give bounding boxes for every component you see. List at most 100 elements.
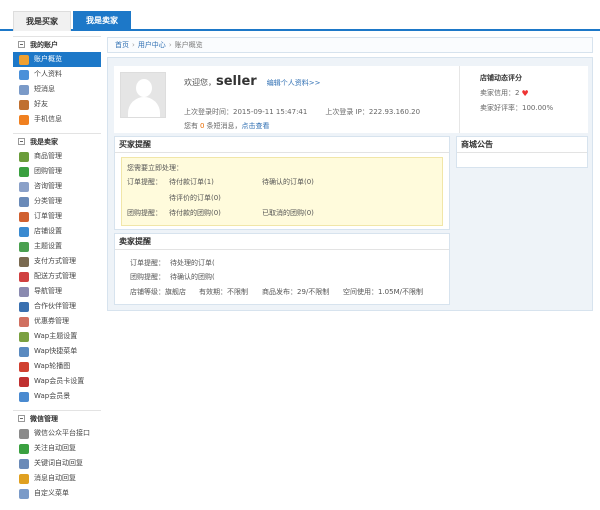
- seller-credit: 卖家信用：2 ♥: [480, 88, 587, 98]
- keyword-reply-icon: [19, 459, 29, 469]
- sidebar-item-label: 手机信息: [34, 115, 62, 123]
- sidebar-item-label: 关键词自动回复: [34, 459, 83, 467]
- sidebar-item[interactable]: 手机信息: [13, 112, 101, 127]
- unconfirmed-groupbuy-link[interactable]: 待确认的团购(: [170, 272, 215, 282]
- sidebar-item[interactable]: Wap轮播图: [13, 359, 101, 374]
- coupon-icon: [19, 317, 29, 327]
- tab-buyer[interactable]: 我是买家: [13, 11, 71, 31]
- heart-icon: ♥: [521, 88, 529, 98]
- store-level: 店铺等级：旗舰店: [130, 288, 186, 296]
- breadcrumb-separator: ›: [168, 41, 172, 49]
- follow-reply-icon: [19, 444, 29, 454]
- sidebar-item[interactable]: 团购管理: [13, 164, 101, 179]
- sidebar-item[interactable]: Wap会员卡设置: [13, 374, 101, 389]
- unconfirmed-orders-link[interactable]: 待确认的订单(0): [262, 177, 314, 187]
- username: seller: [216, 74, 257, 89]
- pending-orders-link[interactable]: 待处理的订单(: [170, 258, 215, 268]
- store-rating-title: 店铺动态评分: [480, 74, 522, 82]
- sidebar-item[interactable]: 订单管理: [13, 209, 101, 224]
- sidebar-item[interactable]: 分类管理: [13, 194, 101, 209]
- home-icon: [19, 55, 29, 65]
- sidebar-item[interactable]: Wap快捷菜单: [13, 344, 101, 359]
- sidebar-item[interactable]: 短消息: [13, 82, 101, 97]
- tab-seller[interactable]: 我是卖家: [73, 11, 131, 31]
- sidebar-item[interactable]: 关键词自动回复: [13, 456, 101, 471]
- sidebar-item-label: 支付方式管理: [34, 257, 76, 265]
- sidebar-item[interactable]: 合作伙伴管理: [13, 299, 101, 314]
- sidebar-item[interactable]: 商品管理: [13, 149, 101, 164]
- sidebar-item[interactable]: 配送方式管理: [13, 269, 101, 284]
- sidebar-item[interactable]: Wap主题设置: [13, 329, 101, 344]
- edit-profile-link[interactable]: 编辑个人资料>>: [267, 79, 321, 87]
- profile-card: 欢迎您，seller 编辑个人资料>> 上次登录时间：2015-09-11 15:…: [114, 66, 588, 133]
- breadcrumb-user-center-link[interactable]: 用户中心: [138, 41, 166, 49]
- buyer-reminder-content: 您需要立即处理： 订单提醒： 待付款订单(1) 待确认的订单(0) 待评价的订单…: [121, 157, 443, 226]
- sidebar-item[interactable]: 好友: [13, 97, 101, 112]
- space-usage: 空间使用：1.05M/不限制: [343, 288, 423, 296]
- msg-reply-icon: [19, 474, 29, 484]
- sidebar-item-label: 微信公众平台接口: [34, 429, 90, 437]
- mobile-icon: [19, 115, 29, 125]
- sidebar-item-label: 咨询管理: [34, 182, 62, 190]
- collapse-toggle-icon[interactable]: [18, 138, 25, 145]
- store-icon: [19, 227, 29, 237]
- sidebar-item[interactable]: 咨询管理: [13, 179, 101, 194]
- breadcrumb-current: 账户概览: [174, 41, 203, 49]
- wap-theme-icon: [19, 332, 29, 342]
- last-login-time: 上次登录时间：2015-09-11 15:47:41: [184, 108, 308, 116]
- welcome-text: 欢迎您，: [184, 78, 216, 87]
- sidebar-item[interactable]: 导航管理: [13, 284, 101, 299]
- sidebar-item[interactable]: 支付方式管理: [13, 254, 101, 269]
- last-login-ip: 上次登录 IP：222.93.160.20: [325, 108, 421, 116]
- buyer-reminder-box: 买家提醒 您需要立即处理： 订单提醒： 待付款订单(1) 待确认的订单(0) 待…: [114, 136, 450, 230]
- wap-menu-icon: [19, 347, 29, 357]
- collapse-toggle-icon[interactable]: [18, 415, 25, 422]
- sidebar-section-title[interactable]: 我的账户: [13, 36, 101, 52]
- sidebar-section-title[interactable]: 微信管理: [13, 410, 101, 426]
- message-line: 您有 0 条短消息，点击查看: [184, 121, 269, 131]
- sidebar: 我的账户账户概览个人资料短消息好友手机信息我是卖家 商品管理团购管理咨询管理分类管…: [13, 36, 101, 510]
- goods-icon: [19, 152, 29, 162]
- sidebar-item-label: 个人资料: [34, 70, 62, 78]
- seller-positive-rate: 卖家好评率：100.00%: [480, 104, 554, 112]
- store-rating: 店铺动态评分 卖家信用：2 ♥ 卖家好评率：100.00%: [459, 66, 587, 133]
- unrated-orders-link[interactable]: 待评价的订单(0): [169, 193, 221, 203]
- sidebar-item-label: 团购管理: [34, 167, 62, 175]
- view-messages-link[interactable]: 点击查看: [241, 122, 269, 130]
- sidebar-section-title[interactable]: 我是卖家: [13, 133, 101, 149]
- sidebar-item[interactable]: 主题设置: [13, 239, 101, 254]
- seller-reminder-box: 卖家提醒 订单提醒： 待处理的订单( 团购提醒： 待确认的团购( 店铺等级：旗舰…: [114, 233, 450, 305]
- sidebar-item[interactable]: 店铺设置: [13, 224, 101, 239]
- cancelled-groupbuy-link[interactable]: 已取消的团购(0): [262, 208, 314, 218]
- sidebar-item[interactable]: 个人资料: [13, 67, 101, 82]
- sidebar-item-label: 短消息: [34, 85, 55, 93]
- sidebar-item[interactable]: 自定义菜单: [13, 486, 101, 501]
- sidebar-item-label: Wap会员卡设置: [34, 377, 85, 385]
- sidebar-item[interactable]: Wap会员景: [13, 389, 101, 404]
- breadcrumb-home-link[interactable]: 首页: [115, 41, 129, 49]
- sidebar-item[interactable]: 关注自动回复: [13, 441, 101, 456]
- sidebar-item[interactable]: 消息自动回复: [13, 471, 101, 486]
- sidebar-item-label: 关注自动回复: [34, 444, 76, 452]
- groupbuy-icon: [19, 167, 29, 177]
- seller-credit-text: 卖家信用：2: [480, 89, 520, 97]
- sidebar-item[interactable]: 账户概览: [13, 52, 101, 67]
- buyer-order-label: 订单提醒：: [127, 178, 162, 186]
- sidebar-section-label: 我的账户: [30, 41, 58, 49]
- main-panel: 欢迎您，seller 编辑个人资料>> 上次登录时间：2015-09-11 15:…: [107, 57, 593, 311]
- payment-icon: [19, 257, 29, 267]
- sidebar-item[interactable]: 微信公众平台接口: [13, 426, 101, 441]
- buyer-group-label: 团购提醒：: [127, 209, 162, 217]
- wechat-api-icon: [19, 429, 29, 439]
- partner-icon: [19, 302, 29, 312]
- message-count: 0: [200, 122, 205, 130]
- seller-order-label: 订单提醒：: [130, 259, 165, 267]
- collapse-toggle-icon[interactable]: [18, 41, 25, 48]
- sidebar-item[interactable]: 优惠券管理: [13, 314, 101, 329]
- unpaid-orders-link[interactable]: 待付款订单(1): [169, 177, 214, 187]
- sidebar-item-label: Wap会员景: [34, 392, 71, 400]
- seller-group-label: 团购提醒：: [130, 273, 165, 281]
- sidebar-item-label: 消息自动回复: [34, 474, 76, 482]
- unpaid-groupbuy-link[interactable]: 待付款的团购(0): [169, 208, 221, 218]
- sidebar-item-label: 好友: [34, 100, 48, 108]
